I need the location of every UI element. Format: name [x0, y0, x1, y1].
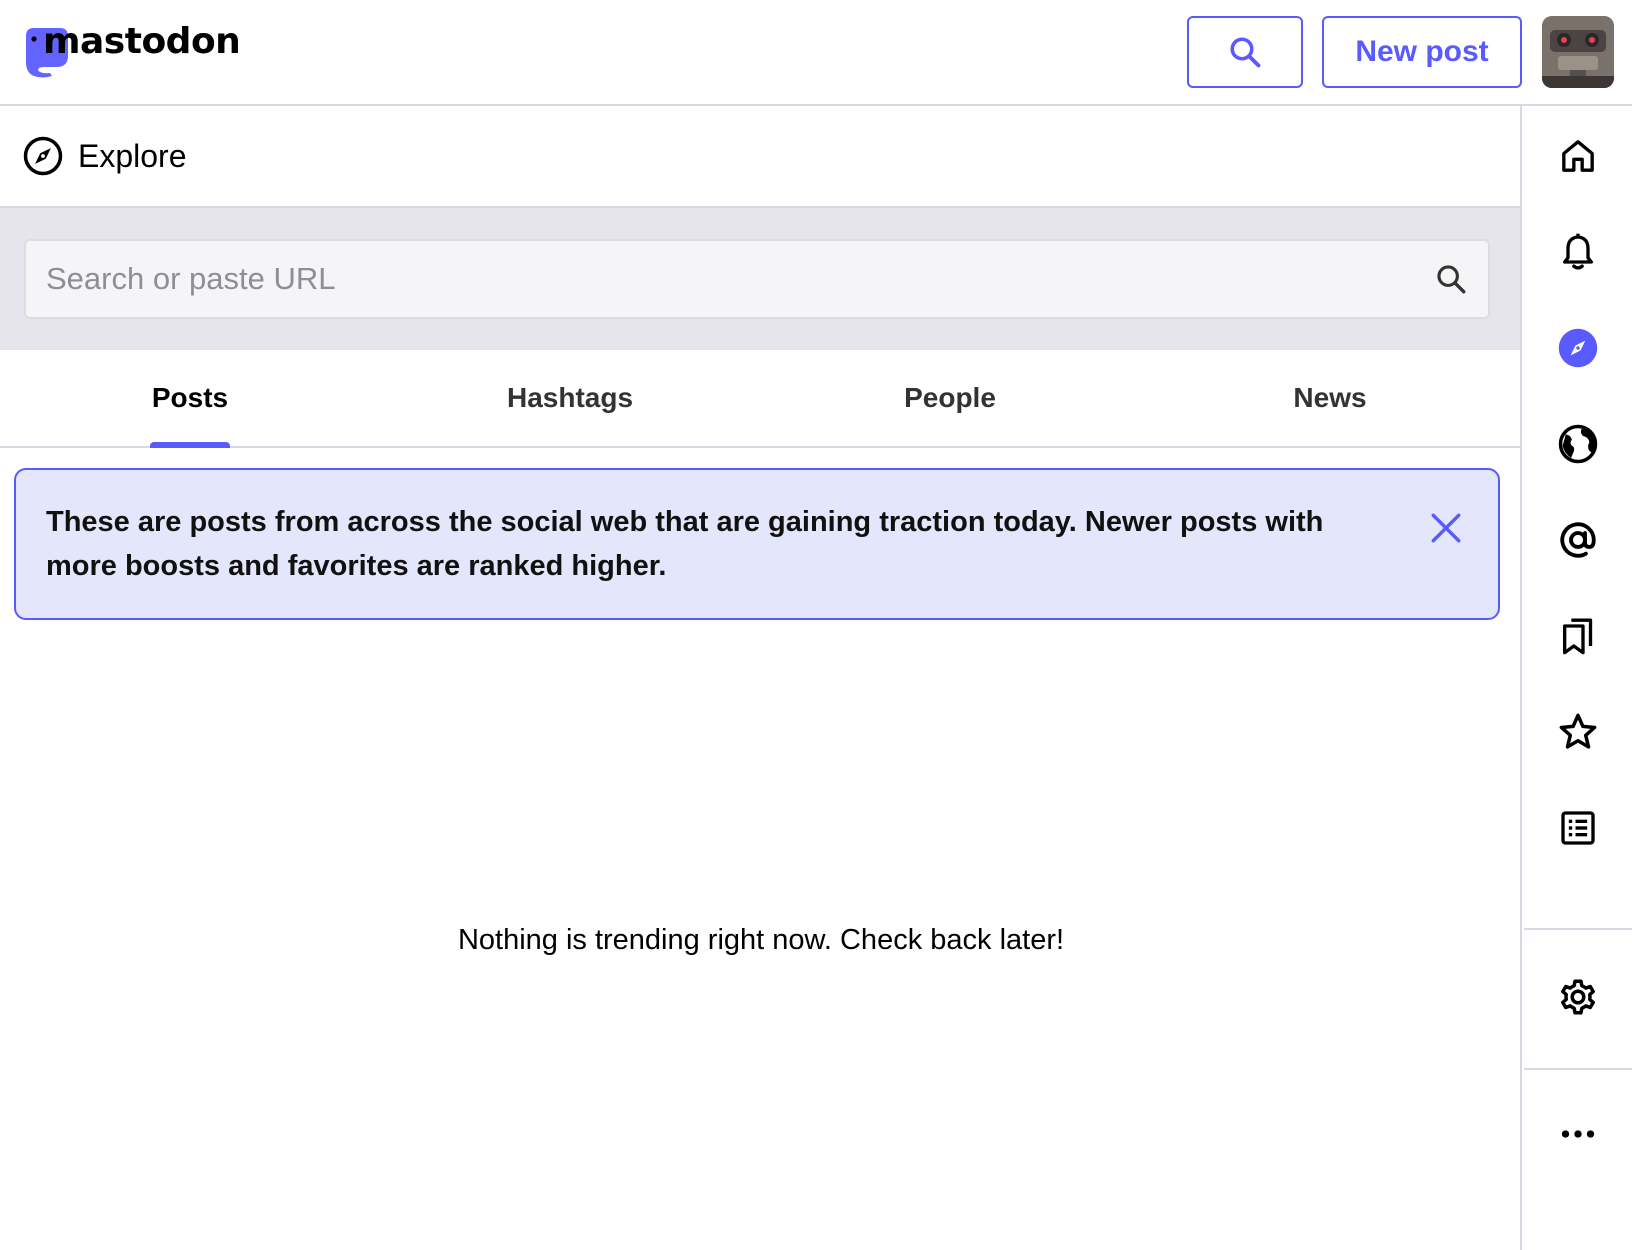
star-icon — [1559, 713, 1597, 749]
search-icon[interactable] — [1434, 262, 1468, 296]
nav-notifications[interactable] — [1524, 204, 1632, 300]
nav-preferences[interactable] — [1524, 949, 1632, 1045]
tab-hashtags[interactable]: Hashtags — [380, 350, 760, 446]
compass-icon — [23, 136, 63, 176]
tab-news[interactable]: News — [1140, 350, 1520, 446]
nav-favorites[interactable] — [1524, 684, 1632, 780]
search-input[interactable] — [46, 261, 1434, 297]
banner-text: These are posts from across the social w… — [46, 506, 1324, 582]
list-icon — [1561, 811, 1595, 845]
new-post-button[interactable]: New post — [1322, 16, 1522, 88]
nav-bookmarks[interactable] — [1524, 588, 1632, 684]
globe-icon — [1558, 424, 1598, 464]
nav-home[interactable] — [1524, 108, 1632, 204]
search-box — [24, 239, 1490, 319]
logo-wordmark: mastodon — [43, 21, 241, 62]
top-bar: mastodon New post — [0, 0, 1632, 106]
more-icon — [1561, 1130, 1595, 1138]
bell-icon — [1563, 233, 1593, 270]
nav-lists[interactable] — [1524, 780, 1632, 876]
tab-label: News — [1293, 382, 1367, 413]
avatar[interactable] — [1542, 16, 1614, 88]
nav-explore[interactable] — [1524, 300, 1632, 396]
page-title: Explore — [78, 137, 187, 174]
search-button[interactable] — [1187, 16, 1303, 88]
nav-divider — [1524, 1068, 1632, 1070]
explore-tabs: Posts Hashtags People News — [0, 350, 1520, 448]
tab-label: Hashtags — [506, 382, 634, 413]
avatar-image — [1542, 16, 1614, 88]
nav-mentions[interactable] — [1524, 492, 1632, 588]
search-icon — [1230, 37, 1261, 68]
tab-label: People — [904, 382, 996, 413]
nav-live-feeds[interactable] — [1524, 396, 1632, 492]
compass-icon — [1558, 328, 1598, 368]
tab-label: Posts — [151, 382, 229, 413]
info-banner: These are posts from across the social w… — [14, 468, 1500, 620]
empty-state-message: Nothing is trending right now. Check bac… — [457, 924, 1065, 956]
gear-icon — [1561, 979, 1595, 1015]
dismiss-banner-button[interactable] — [1426, 508, 1466, 548]
home-icon — [1562, 140, 1594, 172]
tab-posts[interactable]: Posts — [0, 350, 380, 448]
column-header: Explore — [0, 106, 1520, 208]
at-icon — [1560, 522, 1596, 558]
search-area — [0, 208, 1520, 350]
mastodon-logo[interactable]: mastodon — [22, 21, 241, 78]
close-icon — [1431, 513, 1461, 543]
nav-divider — [1524, 928, 1632, 930]
active-tab-indicator — [150, 442, 230, 448]
tab-people[interactable]: People — [760, 350, 1140, 446]
bookmarks-icon — [1563, 618, 1593, 655]
nav-more[interactable] — [1524, 1086, 1632, 1182]
main-column: Explore Posts Hashtags People News These… — [0, 106, 1522, 1250]
navigation-bar — [1524, 106, 1632, 1250]
